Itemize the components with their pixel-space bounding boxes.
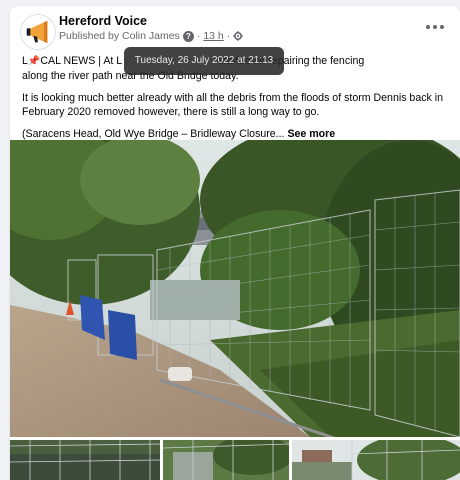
help-icon[interactable]: ? <box>182 30 194 42</box>
post-meta: Published by Colin James ? · 13 h · <box>59 30 243 42</box>
post-photo-thumbnail[interactable] <box>10 440 160 480</box>
post-timestamp-link[interactable]: 13 h <box>203 30 223 42</box>
post-photo-thumbnail[interactable] <box>292 440 460 480</box>
timestamp-tooltip: Tuesday, 26 July 2022 at 21:13 <box>124 47 284 75</box>
megaphone-logo-icon <box>21 15 55 49</box>
published-by-text: Published by Colin James <box>59 30 180 42</box>
page-name-link[interactable]: Hereford Voice <box>59 14 147 28</box>
post-photo-thumbnails <box>10 440 460 480</box>
post-paragraph-2: It is looking much better already with a… <box>22 92 444 118</box>
ellipsis-icon <box>426 25 430 29</box>
meta-separator: · <box>226 30 231 42</box>
pin-icon: 📌 <box>27 56 41 67</box>
more-options-button[interactable] <box>424 20 446 34</box>
post-card: Hereford Voice Published by Colin James … <box>10 6 460 480</box>
post-photo-main[interactable] <box>10 140 460 437</box>
meta-separator: · <box>196 30 201 42</box>
post-header: Hereford Voice Published by Colin James … <box>10 6 460 50</box>
see-more-link[interactable]: See more <box>287 128 335 140</box>
page-avatar[interactable] <box>20 14 56 50</box>
post-paragraph-3: (Saracens Head, Old Wye Bridge – Bridlew… <box>22 128 336 140</box>
gear-icon[interactable] <box>233 31 243 41</box>
post-photo-thumbnail[interactable] <box>163 440 289 480</box>
